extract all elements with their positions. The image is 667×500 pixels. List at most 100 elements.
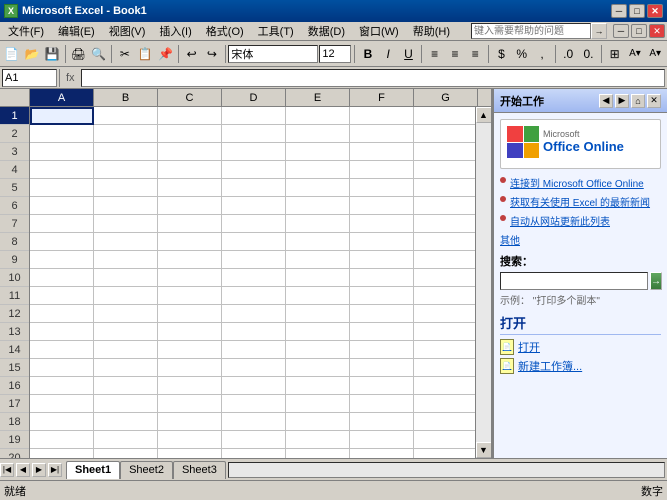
cell-B9[interactable] [94,251,158,269]
cell-G14[interactable] [414,341,475,359]
cell-F9[interactable] [350,251,414,269]
cell-A15[interactable] [30,359,94,377]
cell-B15[interactable] [94,359,158,377]
cell-D1[interactable] [222,107,286,125]
cell-F7[interactable] [350,215,414,233]
cell-D5[interactable] [222,179,286,197]
cell-A19[interactable] [30,431,94,449]
close-button[interactable]: ✕ [647,4,663,18]
new-button[interactable]: 📄 [2,43,21,65]
col-header-c[interactable]: C [158,89,222,106]
row-num-13[interactable]: 13 [0,323,29,341]
cell-E15[interactable] [286,359,350,377]
menu-data[interactable]: 数据(D) [302,21,351,41]
sheet-tab-2[interactable]: Sheet2 [120,461,173,479]
copy-button[interactable]: 📋 [136,43,155,65]
vertical-scrollbar[interactable]: ▲ ▼ [475,107,491,458]
cell-A13[interactable] [30,323,94,341]
cell-G6[interactable] [414,197,475,215]
underline-button[interactable]: U [399,43,418,65]
row-num-14[interactable]: 14 [0,341,29,359]
cell-B18[interactable] [94,413,158,431]
cell-A8[interactable] [30,233,94,251]
row-num-4[interactable]: 4 [0,161,29,179]
cell-E2[interactable] [286,125,350,143]
menu-file[interactable]: 文件(F) [2,21,50,41]
cell-D19[interactable] [222,431,286,449]
increase-decimal-button[interactable]: .0 [559,43,578,65]
cell-A6[interactable] [30,197,94,215]
cell-A20[interactable] [30,449,94,458]
cell-G3[interactable] [414,143,475,161]
menu-edit[interactable]: 编辑(E) [52,21,101,41]
cell-C18[interactable] [158,413,222,431]
row-num-19[interactable]: 19 [0,431,29,449]
col-header-f[interactable]: F [350,89,414,106]
cell-G12[interactable] [414,305,475,323]
link-news[interactable]: 获取有关使用 Excel 的最新新闻 [500,194,661,209]
cell-C11[interactable] [158,287,222,305]
col-header-a[interactable]: A [30,89,94,106]
cell-D14[interactable] [222,341,286,359]
cell-C5[interactable] [158,179,222,197]
undo-button[interactable]: ↩ [182,43,201,65]
cell-F18[interactable] [350,413,414,431]
cell-F6[interactable] [350,197,414,215]
print-button[interactable]: 🖨 [69,43,88,65]
cell-G4[interactable] [414,161,475,179]
cell-B5[interactable] [94,179,158,197]
cell-C17[interactable] [158,395,222,413]
tab-next-button[interactable]: ▶ [32,463,46,477]
cell-E16[interactable] [286,377,350,395]
row-num-16[interactable]: 16 [0,377,29,395]
row-num-18[interactable]: 18 [0,413,29,431]
cell-G8[interactable] [414,233,475,251]
cell-B2[interactable] [94,125,158,143]
cell-G16[interactable] [414,377,475,395]
cell-C19[interactable] [158,431,222,449]
cell-E20[interactable] [286,449,350,458]
cell-E3[interactable] [286,143,350,161]
cell-D16[interactable] [222,377,286,395]
cell-G13[interactable] [414,323,475,341]
currency-button[interactable]: $ [492,43,511,65]
row-num-3[interactable]: 3 [0,143,29,161]
italic-button[interactable]: I [379,43,398,65]
cell-G15[interactable] [414,359,475,377]
font-size-input[interactable] [319,45,351,63]
cell-E12[interactable] [286,305,350,323]
cell-A12[interactable] [30,305,94,323]
cell-B12[interactable] [94,305,158,323]
redo-button[interactable]: ↪ [202,43,221,65]
open-button[interactable]: 📂 [22,43,41,65]
cell-C7[interactable] [158,215,222,233]
cell-C6[interactable] [158,197,222,215]
help-search-input[interactable] [471,23,591,39]
cell-A9[interactable] [30,251,94,269]
menu-min-button[interactable]: ─ [613,24,629,38]
cell-D18[interactable] [222,413,286,431]
cell-B1[interactable] [94,107,158,125]
cell-B16[interactable] [94,377,158,395]
tab-prev-button[interactable]: ◀ [16,463,30,477]
cell-D2[interactable] [222,125,286,143]
paste-button[interactable]: 📌 [156,43,175,65]
row-num-8[interactable]: 8 [0,233,29,251]
col-header-h[interactable]: H [478,89,492,106]
row-num-1[interactable]: 1 [0,107,29,125]
cell-G17[interactable] [414,395,475,413]
cell-G1[interactable] [414,107,475,125]
cell-E11[interactable] [286,287,350,305]
search-input[interactable] [500,272,648,290]
cell-F14[interactable] [350,341,414,359]
cell-A10[interactable] [30,269,94,287]
cell-F11[interactable] [350,287,414,305]
cell-D7[interactable] [222,215,286,233]
task-pane-home-button[interactable]: ⌂ [631,94,645,108]
cell-B17[interactable] [94,395,158,413]
cell-F19[interactable] [350,431,414,449]
cell-D17[interactable] [222,395,286,413]
cell-D3[interactable] [222,143,286,161]
row-num-17[interactable]: 17 [0,395,29,413]
cell-B11[interactable] [94,287,158,305]
